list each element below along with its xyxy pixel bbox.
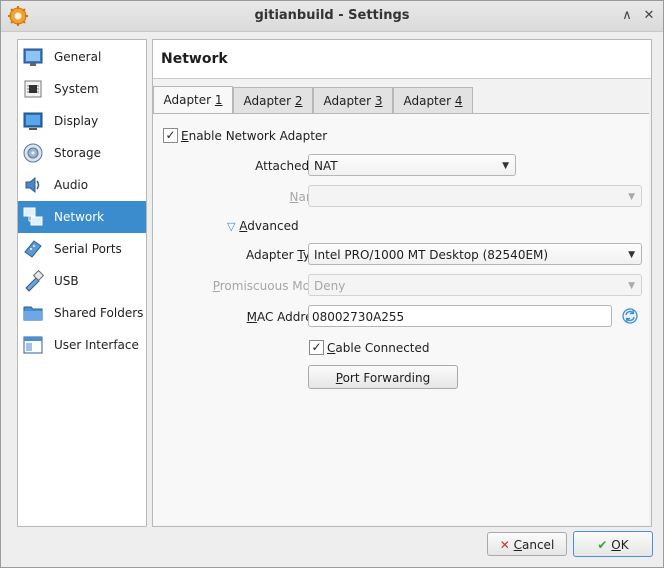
tab-label: Adapter — [163, 93, 215, 107]
sidebar-item-audio[interactable]: Audio — [18, 169, 146, 201]
refresh-mac-icon[interactable] — [621, 307, 639, 325]
name-select[interactable]: ▼ — [308, 185, 642, 207]
dropdown-arrow-icon: ▼ — [628, 192, 635, 202]
dropdown-arrow-icon: ▼ — [628, 250, 635, 260]
mnemonic: M — [246, 310, 257, 324]
sidebar-item-label: General — [54, 50, 102, 64]
tab-key: 4 — [454, 94, 463, 108]
enable-adapter-label[interactable]: Enable Network Adapter — [181, 129, 327, 143]
settings-window: gitianbuild - Settings ∧ ✕ General Syste… — [0, 0, 664, 568]
sidebar-item-label: Display — [54, 114, 99, 128]
sidebar-item-user-interface[interactable]: User Interface — [18, 329, 146, 361]
enable-adapter-checkbox[interactable]: ✓ — [163, 128, 178, 143]
select-value: Intel PRO/1000 MT Desktop (82540EM) — [314, 248, 549, 262]
promiscuous-mode-label: Promiscuous Mode: — [163, 279, 329, 293]
sidebar-item-label: Shared Folders — [54, 306, 144, 320]
sidebar-item-usb[interactable]: USB — [18, 265, 146, 297]
tab-adapter-1[interactable]: Adapter 1 — [153, 86, 233, 114]
usb-icon — [25, 270, 44, 292]
button-label: K — [620, 538, 629, 552]
mnemonic: P — [212, 279, 220, 293]
sidebar-item-network[interactable]: Network — [18, 201, 146, 233]
cable-connected-checkbox[interactable]: ✓ — [309, 340, 324, 355]
promiscuous-mode-select[interactable]: Deny ▼ — [308, 274, 642, 296]
label-text: Attached — [255, 159, 313, 173]
tab-adapter-2[interactable]: Adapter 2 — [233, 87, 313, 114]
sidebar-item-label: User Interface — [54, 338, 139, 352]
serial-icon — [24, 240, 42, 258]
checkmark-icon: ✔ — [597, 538, 608, 552]
sidebar-item-storage[interactable]: Storage — [18, 137, 146, 169]
input-value: 08002730A255 — [312, 310, 405, 324]
mnemonic: O — [611, 538, 621, 552]
sidebar-item-shared-folders[interactable]: Shared Folders — [18, 297, 146, 329]
attached-to-select[interactable]: NAT ▼ — [308, 154, 516, 176]
tab-label: Adapter — [403, 94, 455, 108]
close-icon[interactable]: ✕ — [641, 8, 657, 24]
ok-button[interactable]: ✔ OK — [573, 531, 653, 557]
cable-connected-label[interactable]: Cable Connected — [327, 341, 430, 355]
tab-key: 1 — [214, 93, 223, 107]
mnemonic: E — [181, 129, 189, 143]
triangle-down-icon: ▽ — [227, 220, 236, 233]
mac-address-input[interactable]: 08002730A255 — [308, 305, 612, 327]
sidebar-item-serial-ports[interactable]: Serial Ports — [18, 233, 146, 265]
page-title: Network — [161, 51, 228, 67]
tab-key: 2 — [294, 94, 303, 108]
sidebar-item-label: System — [54, 82, 99, 96]
chip-icon — [24, 80, 42, 98]
mnemonic: C — [513, 538, 522, 552]
settings-sidebar: General System Display Storage Audio Net… — [17, 39, 147, 527]
sidebar-item-system[interactable]: System — [18, 73, 146, 105]
button-label: ancel — [522, 538, 555, 552]
adapter-panel: ✓ Enable Network Adapter Attached to: NA… — [153, 113, 649, 525]
label-text: Adapter — [245, 248, 298, 262]
general-icon — [23, 48, 43, 66]
tab-adapter-3[interactable]: Adapter 3 — [313, 87, 393, 114]
window-title: gitianbuild - Settings — [254, 8, 410, 23]
maximize-icon[interactable]: ∧ — [619, 8, 635, 24]
label-text: nable Network Adapter — [188, 129, 328, 143]
tab-label: Adapter — [243, 94, 295, 108]
tab-label: Adapter — [323, 94, 375, 108]
sidebar-item-label: USB — [54, 274, 79, 288]
dropdown-arrow-icon: ▼ — [502, 161, 509, 171]
adapter-type-select[interactable]: Intel PRO/1000 MT Desktop (82540EM) ▼ — [308, 243, 642, 265]
label-text: able Connected — [335, 341, 430, 355]
title-bar: gitianbuild - Settings ∧ ✕ — [1, 1, 663, 32]
select-value: NAT — [314, 159, 338, 173]
tab-key: 3 — [374, 94, 383, 108]
advanced-toggle[interactable]: ▽ Advanced — [227, 219, 299, 233]
speaker-icon — [25, 176, 40, 194]
monitor-icon — [23, 112, 43, 130]
folder-icon — [23, 306, 43, 321]
sidebar-item-general[interactable]: General — [18, 41, 146, 73]
sidebar-item-label: Audio — [54, 178, 89, 192]
page-header: Network — [153, 40, 651, 79]
disk-icon — [23, 143, 43, 163]
dropdown-arrow-icon: ▼ — [628, 281, 635, 291]
sidebar-item-label: Serial Ports — [54, 242, 122, 256]
sidebar-item-label: Storage — [54, 146, 101, 160]
network-icon — [23, 207, 43, 226]
mnemonic: P — [335, 371, 343, 385]
mnemonic: N — [289, 190, 299, 204]
sidebar-item-display[interactable]: Display — [18, 105, 146, 137]
ui-icon — [23, 336, 43, 354]
port-forwarding-button[interactable]: Port Forwarding — [308, 365, 458, 389]
sidebar-item-label: Network — [54, 210, 105, 224]
cancel-button[interactable]: ✕ Cancel — [487, 532, 567, 556]
button-label: ort Forwarding — [342, 371, 431, 385]
cancel-x-icon: ✕ — [499, 538, 510, 552]
main-panel: Network Adapter 1 Adapter 2 Adapter 3 Ad… — [152, 39, 652, 527]
tab-adapter-4[interactable]: Adapter 4 — [393, 87, 473, 114]
label-text: dvanced — [247, 219, 299, 233]
select-value: Deny — [314, 279, 346, 293]
